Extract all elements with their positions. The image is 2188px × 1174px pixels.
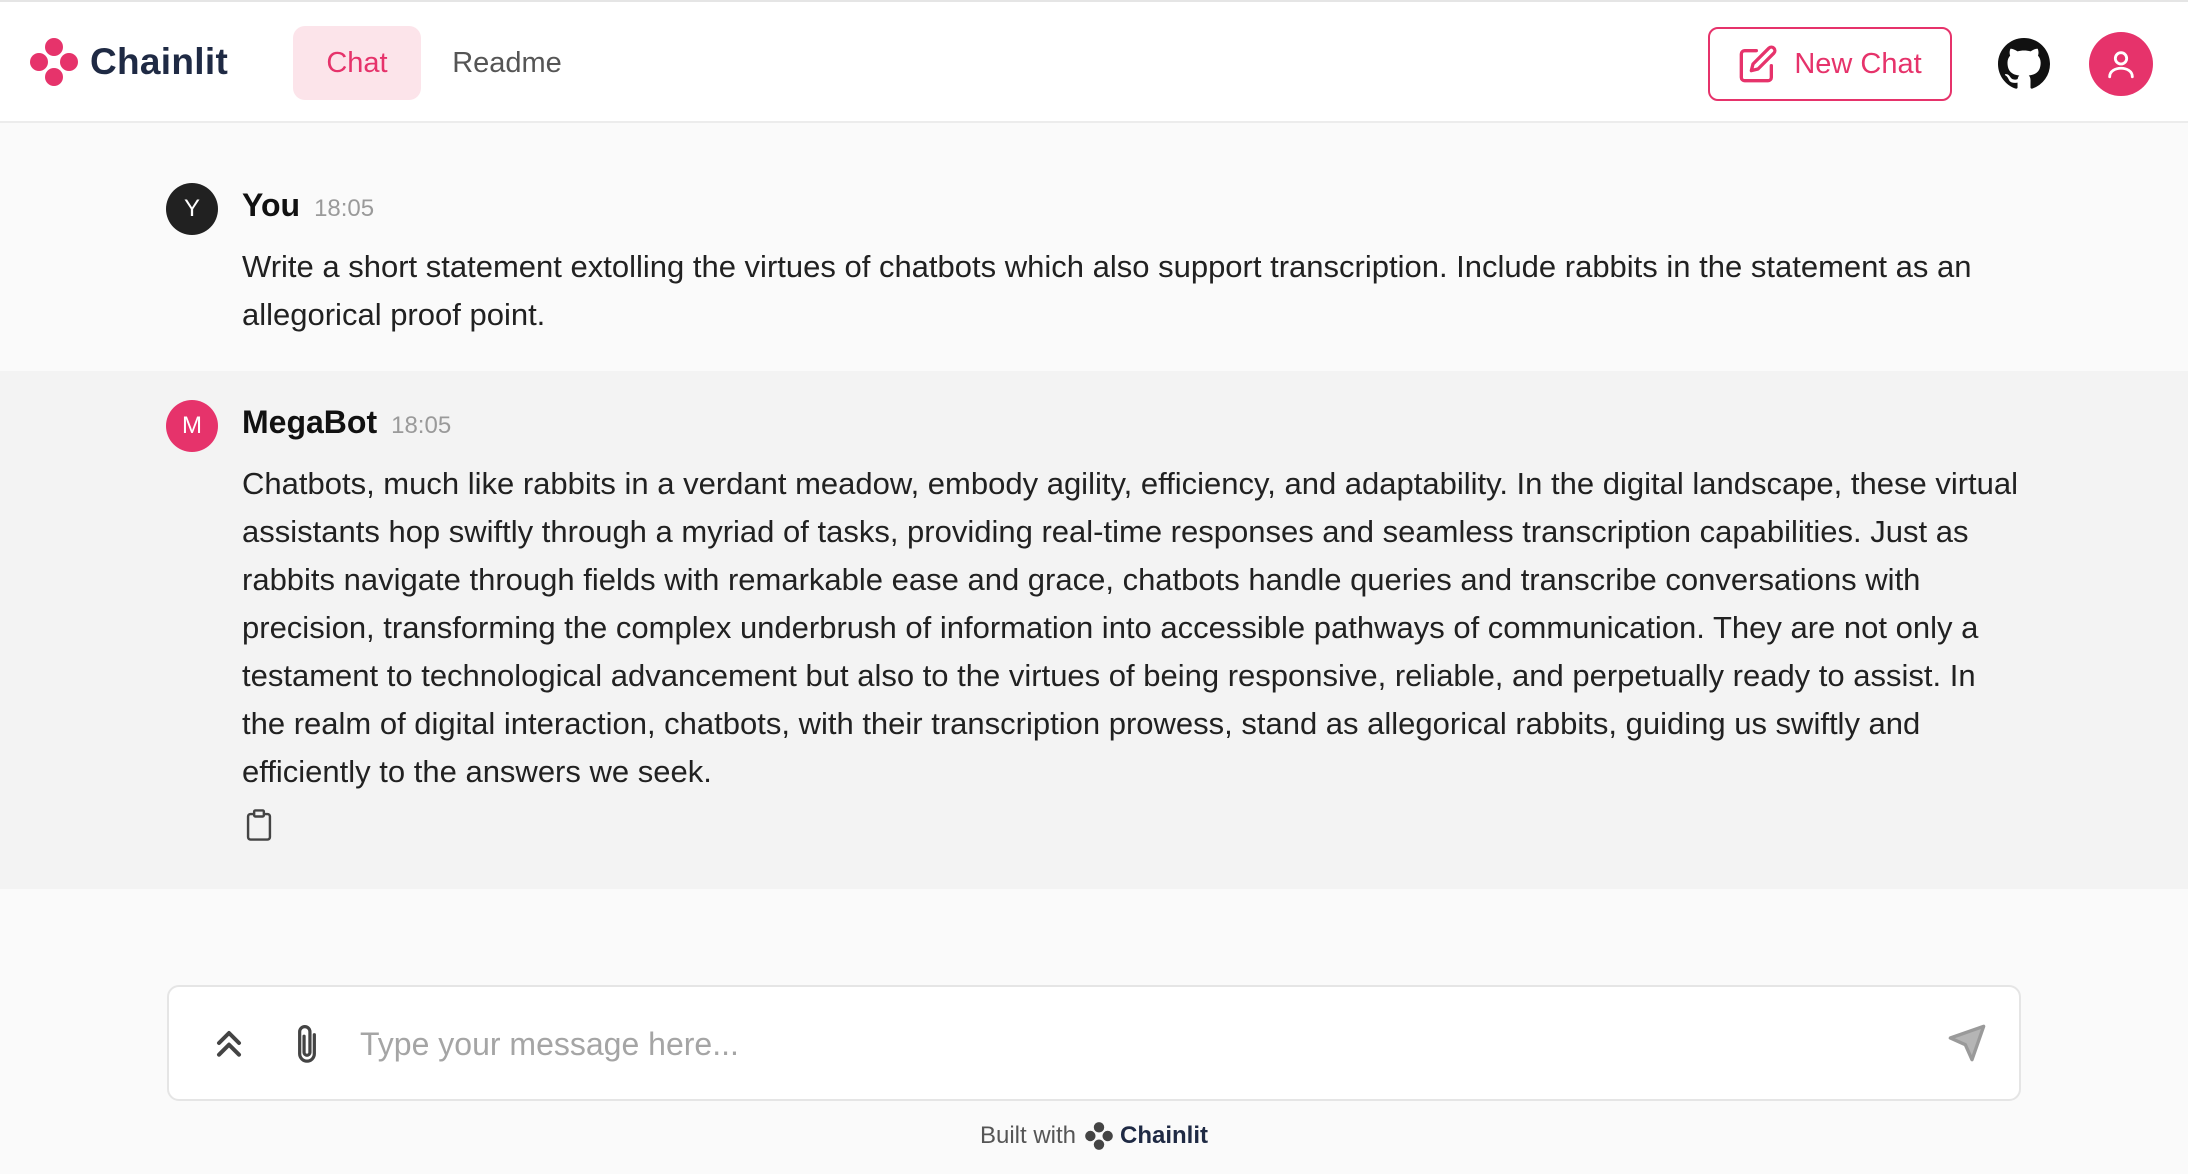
message-author: MegaBot 18:05	[242, 404, 451, 441]
edit-icon	[1739, 45, 1777, 83]
new-chat-button[interactable]: New Chat	[1708, 27, 1952, 101]
tab-readme[interactable]: Readme	[430, 26, 584, 100]
tab-chat[interactable]: Chat	[293, 26, 421, 100]
user-menu-button[interactable]	[2089, 32, 2153, 96]
new-chat-label: New Chat	[1794, 47, 1922, 80]
footer-brand[interactable]: Chainlit	[1120, 1122, 1208, 1150]
message-composer	[167, 985, 2021, 1101]
paperclip-icon[interactable]	[289, 1023, 325, 1067]
clipboard-icon[interactable]	[244, 808, 274, 842]
top-bar: Chainlit Chat Readme New Chat	[0, 0, 2188, 123]
avatar: M	[166, 400, 218, 452]
built-with-label: Built with	[979, 1122, 1077, 1149]
author-name: MegaBot	[242, 404, 378, 440]
message-time: 18:05	[314, 195, 375, 222]
brand-name: Chainlit	[90, 41, 229, 82]
avatar: Y	[166, 183, 218, 235]
send-icon[interactable]	[1947, 1023, 1987, 1063]
message-author: You 18:05	[242, 187, 374, 224]
author-name: You	[242, 187, 301, 223]
logo-icon	[1085, 1122, 1113, 1150]
message-assistant: M MegaBot 18:05 Chatbots, much like rabbi…	[0, 371, 2188, 889]
message-text: Write a short statement extolling the vi…	[242, 249, 1972, 332]
chevrons-up-icon[interactable]	[209, 1023, 249, 1063]
message-time: 18:05	[391, 412, 452, 439]
user-icon	[2108, 51, 2134, 79]
github-icon[interactable]	[1998, 38, 2050, 90]
footer: Built with Chainlit	[0, 1118, 2188, 1154]
message-text: Chatbots, much like rabbits in a verdant…	[242, 466, 2019, 789]
message-user: Y You 18:05 Write a short statement extol…	[0, 125, 2188, 371]
message-input[interactable]	[360, 1013, 1880, 1075]
chainlit-logo[interactable]: Chainlit	[28, 36, 228, 88]
logo-icon	[30, 38, 78, 86]
